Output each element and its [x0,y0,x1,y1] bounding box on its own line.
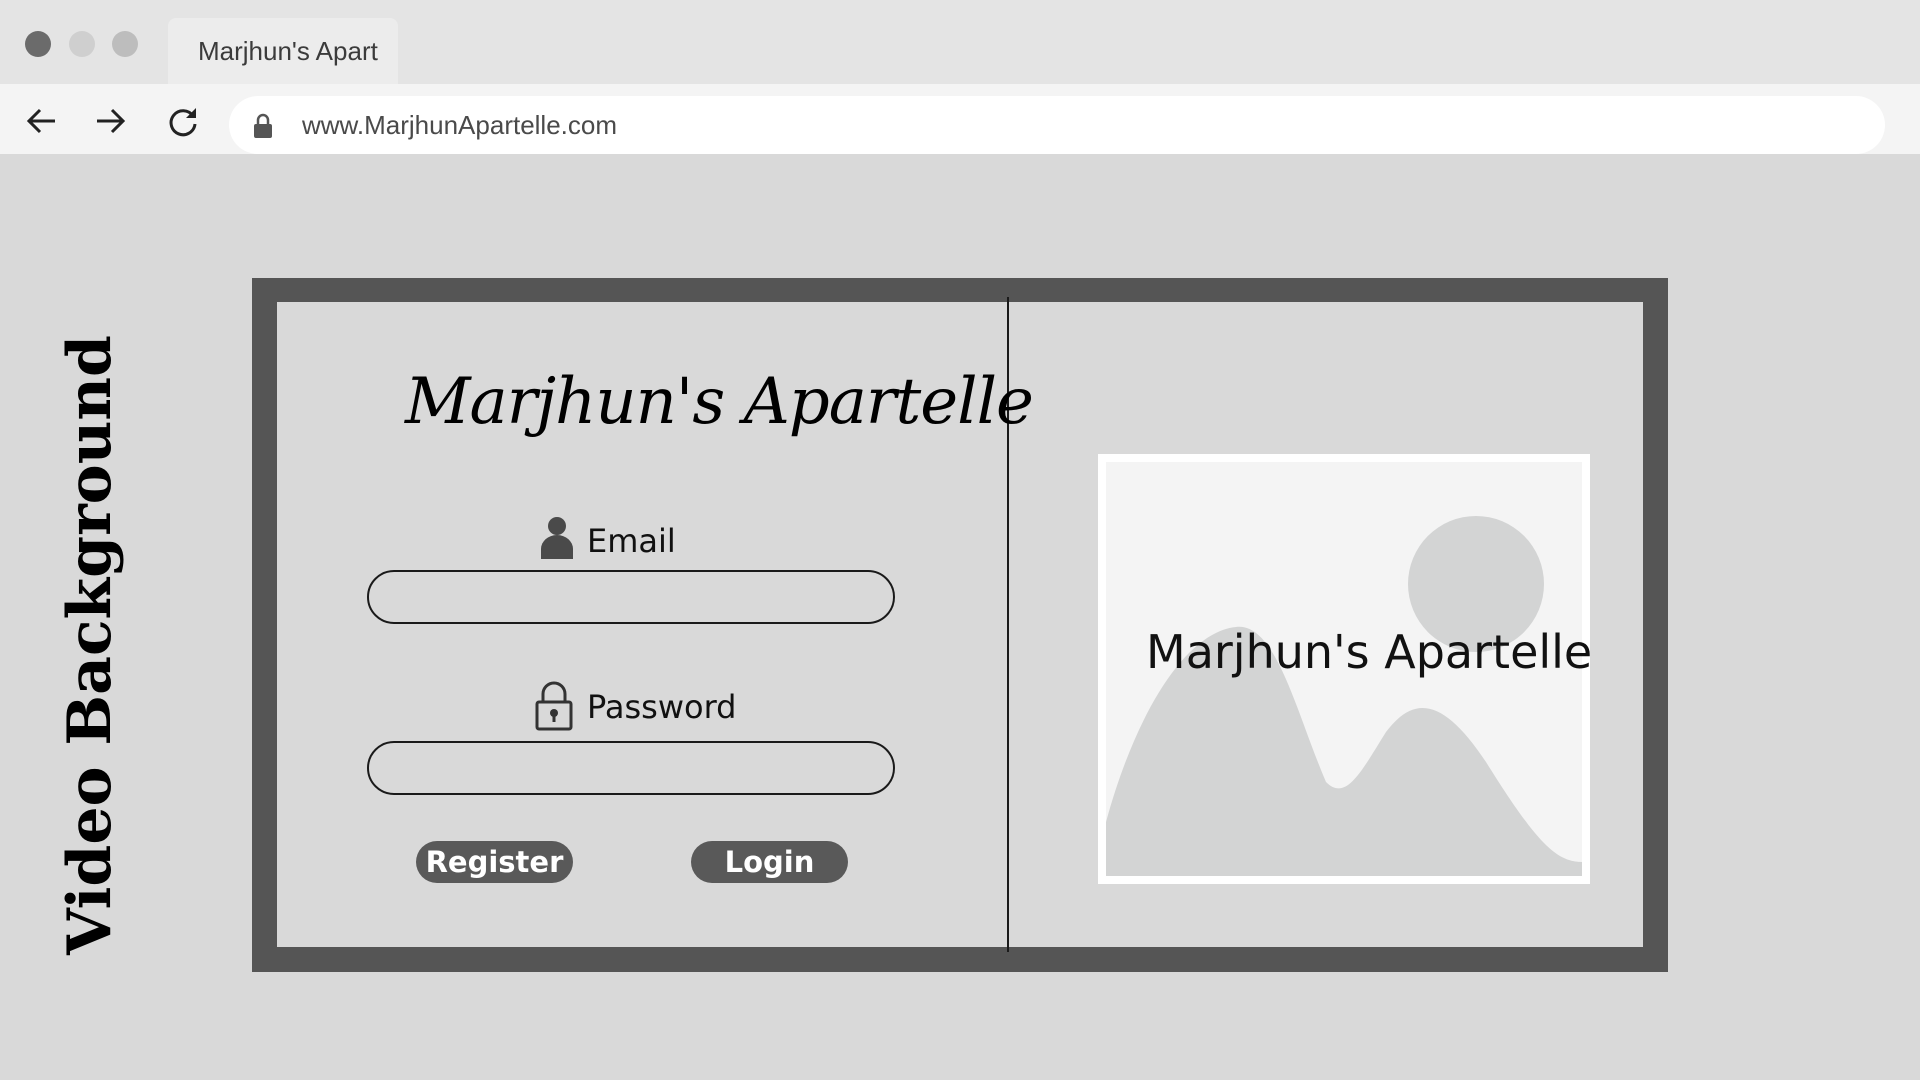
browser-tab[interactable]: Marjhun's Apart [168,18,398,84]
brand-title: Marjhun's Apartelle [405,365,1034,439]
arrow-right-icon[interactable] [93,104,127,138]
video-background-label: Video Background [55,335,125,955]
user-icon [541,517,573,559]
browser-tab-bar: Marjhun's Apart [0,0,1920,84]
reload-icon[interactable] [166,104,200,138]
password-field[interactable] [367,741,895,795]
padlock-icon [535,681,573,731]
arrow-left-icon[interactable] [25,104,59,138]
tab-title: Marjhun's Apart [198,36,378,66]
address-bar[interactable]: www.MarjhunApartelle.com [229,96,1885,154]
register-button[interactable]: Register [416,841,573,883]
email-field[interactable] [367,570,895,624]
image-caption: Marjhun's Apartelle [1146,625,1593,679]
browser-toolbar: www.MarjhunApartelle.com [0,84,1920,154]
password-label: Password [587,688,737,726]
email-label: Email [587,522,676,560]
login-button[interactable]: Login [691,841,848,883]
window-maximize-dot[interactable] [112,31,138,57]
window-close-dot[interactable] [25,31,51,57]
url-text: www.MarjhunApartelle.com [302,110,618,140]
lock-icon [254,113,272,138]
window-minimize-dot[interactable] [69,31,95,57]
